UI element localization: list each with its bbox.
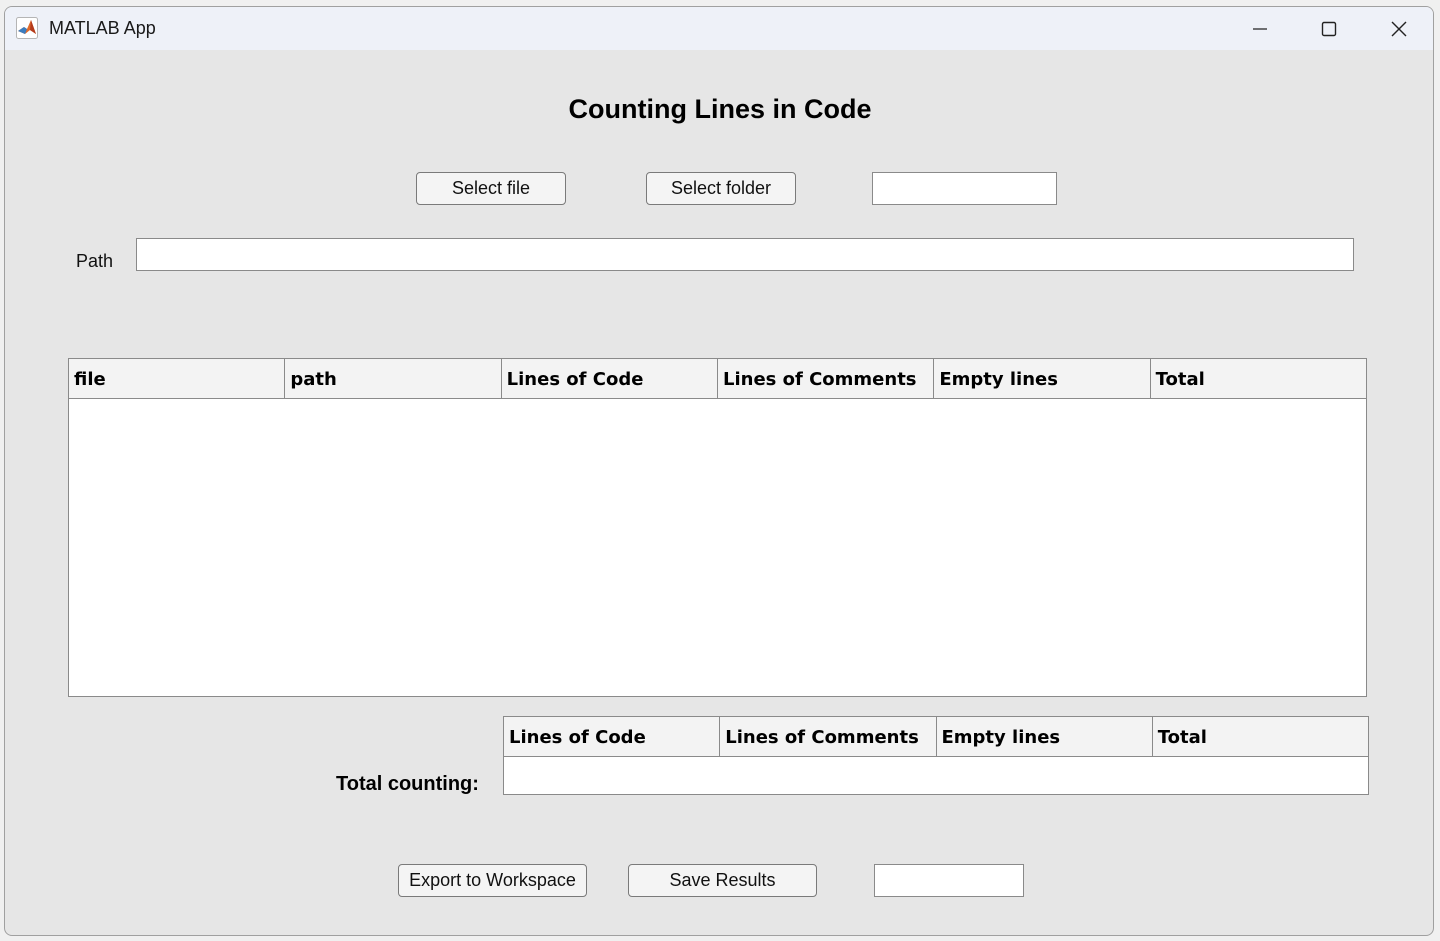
totals-header-lines-of-code[interactable]: Lines of Code: [504, 717, 721, 756]
column-header-path[interactable]: path: [285, 359, 502, 398]
totals-header-empty-lines[interactable]: Empty lines: [937, 717, 1153, 756]
app-content: Counting Lines in Code Select file Selec…: [5, 50, 1433, 935]
app-window: MATLAB App Counting Lines in Code Select…: [4, 6, 1434, 936]
select-file-button[interactable]: Select file: [416, 172, 566, 205]
minimize-button[interactable]: [1230, 7, 1290, 50]
results-table-header: file path Lines of Code Lines of Comment…: [69, 359, 1366, 399]
column-header-lines-of-comments[interactable]: Lines of Comments: [718, 359, 935, 398]
export-to-workspace-button[interactable]: Export to Workspace: [398, 864, 587, 897]
column-header-total[interactable]: Total: [1151, 359, 1366, 398]
totals-table[interactable]: Lines of Code Lines of Comments Empty li…: [503, 716, 1369, 795]
total-counting-label: Total counting:: [336, 773, 479, 795]
column-header-lines-of-code[interactable]: Lines of Code: [502, 359, 718, 398]
matlab-logo-icon: [16, 17, 38, 39]
close-icon: [1391, 21, 1407, 37]
selection-status-field[interactable]: [872, 172, 1057, 205]
close-button[interactable]: [1369, 7, 1429, 50]
window-title: MATLAB App: [49, 18, 156, 38]
results-table[interactable]: file path Lines of Code Lines of Comment…: [68, 358, 1367, 697]
save-results-button[interactable]: Save Results: [628, 864, 817, 897]
select-folder-button[interactable]: Select folder: [646, 172, 796, 205]
totals-table-header: Lines of Code Lines of Comments Empty li…: [504, 717, 1368, 757]
path-field[interactable]: [136, 238, 1354, 271]
save-status-field[interactable]: [874, 864, 1024, 897]
totals-header-lines-of-comments[interactable]: Lines of Comments: [720, 717, 937, 756]
maximize-icon: [1321, 21, 1337, 37]
path-label: Path: [76, 251, 114, 271]
minimize-icon: [1252, 21, 1268, 37]
maximize-button[interactable]: [1299, 7, 1359, 50]
title-bar[interactable]: MATLAB App: [5, 7, 1433, 50]
page-title: Counting Lines in Code: [568, 94, 872, 124]
totals-header-total[interactable]: Total: [1153, 717, 1368, 756]
column-header-empty-lines[interactable]: Empty lines: [934, 359, 1151, 398]
column-header-file[interactable]: file: [69, 359, 286, 398]
